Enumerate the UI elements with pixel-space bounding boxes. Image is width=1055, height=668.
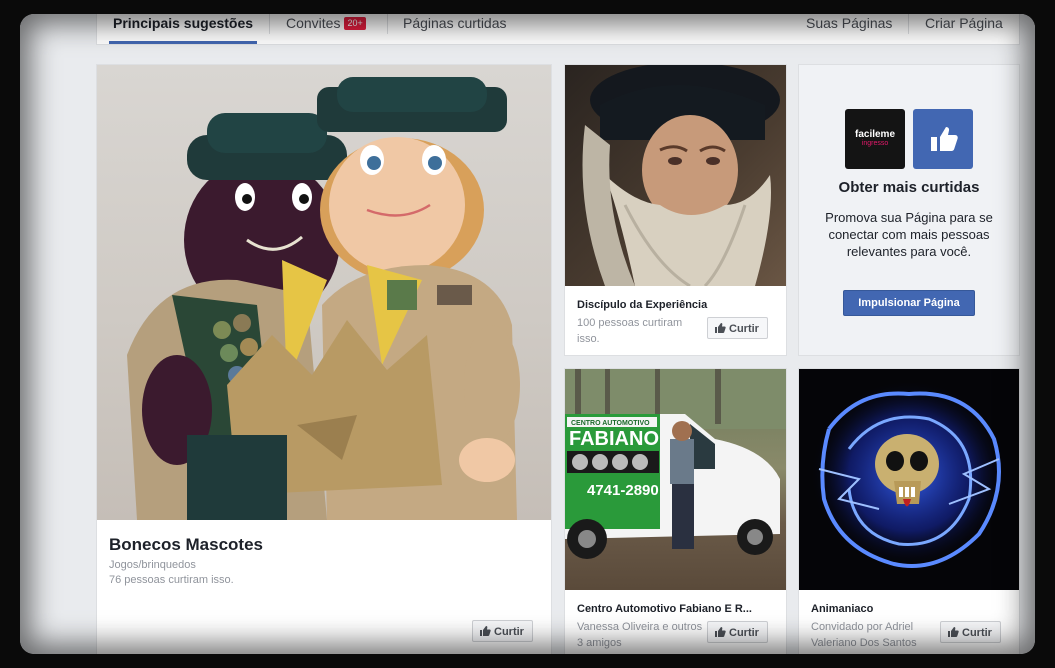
thumbs-up-icon [715, 323, 726, 333]
like-button[interactable]: Curtir [707, 621, 768, 643]
like-button[interactable]: Curtir [707, 317, 768, 339]
page-card-centro-automotivo: CENTRO AUTOMOTIVO FABIANO 4741-2890 Cent… [564, 368, 787, 654]
page-cover-image[interactable] [799, 369, 1019, 590]
tab-label: Páginas curtidas [403, 15, 507, 31]
thumbs-up-icon [715, 627, 726, 637]
tab-label: Convites [286, 15, 341, 31]
page-category: Jogos/brinquedos [109, 559, 196, 571]
invited-by: Convidado por Adriel Valeriano Dos Santo… [811, 621, 917, 649]
tab-divider [908, 14, 909, 34]
page-like-count: 76 pessoas curtiram isso. [109, 574, 234, 586]
page-name[interactable]: Centro Automotivo Fabiano E R... [577, 603, 777, 615]
like-label: Curtir [494, 626, 524, 638]
page-name[interactable]: Discípulo da Experiência [577, 299, 777, 311]
mascot-dolls-photo [127, 77, 520, 520]
logo-subtext: ingresso [861, 140, 889, 147]
skull-lightning-art [809, 379, 1009, 569]
tab-divider [269, 14, 270, 34]
tab-invites[interactable]: Convites 20+ [286, 14, 366, 44]
page-like-count: 100 pessoas curtiram isso. [577, 317, 683, 345]
page-name[interactable]: Animaniaco [811, 603, 1011, 615]
thumbs-up-icon [931, 127, 958, 151]
your-pages-link[interactable]: Suas Páginas [806, 14, 892, 44]
tab-top-suggestions[interactable]: Principais sugestões [108, 14, 258, 44]
thumbs-up-icon [948, 627, 959, 637]
promo-text: Promova sua Página para se conectar com … [825, 210, 993, 259]
like-label: Curtir [962, 627, 992, 639]
link-label: Criar Página [925, 15, 1003, 31]
page-card-discipulo: Discípulo da Experiência 100 pessoas cur… [564, 64, 787, 356]
page-cover-image[interactable]: CENTRO AUTOMOTIVO FABIANO 4741-2890 [565, 369, 786, 590]
page-card-bonecos-mascotes: Bonecos Mascotes Jogos/brinquedos 76 pes… [96, 64, 552, 654]
like-button[interactable]: Curtir [472, 620, 533, 642]
van-lettering-sub: CENTRO AUTOMOTIVO [571, 420, 650, 427]
pages-tab-bar: Principais sugestões Convites 20+ Páginas… [96, 14, 1020, 45]
promo-title: Obter mais curtidas [838, 179, 980, 196]
logo-text: facileme [854, 129, 896, 140]
thumbs-up-icon [480, 626, 491, 636]
facebook-pages-screen: Principais sugestões Convites 20+ Páginas… [20, 14, 1035, 654]
create-page-link[interactable]: Criar Página [925, 14, 1003, 44]
van-phone-number: 4741-2890 [587, 482, 659, 499]
like-button[interactable]: Curtir [940, 621, 1001, 643]
branded-van-photo: CENTRO AUTOMOTIVO FABIANO 4741-2890 [565, 369, 786, 559]
bearded-man-portrait [582, 65, 780, 286]
thumbs-up-badge [913, 109, 973, 169]
invites-count-badge: 20+ [344, 17, 366, 30]
page-cover-image[interactable] [565, 65, 786, 286]
van-lettering: FABIANO [569, 428, 659, 450]
like-label: Curtir [729, 323, 759, 335]
tab-divider [387, 14, 388, 34]
like-label: Curtir [729, 627, 759, 639]
boost-page-button[interactable]: Impulsionar Página [843, 290, 975, 316]
link-label: Suas Páginas [806, 15, 893, 31]
promote-page-panel: facileme ingresso Obter mais curtidas Pr… [798, 64, 1020, 356]
friends-who-like: Vanessa Oliveira e outros 3 amigos [577, 621, 703, 649]
page-logo: facileme ingresso [845, 109, 905, 169]
tab-label: Principais sugestões [113, 15, 254, 31]
page-card-animaniaco: Animaniaco Convidado por Adriel Valerian… [798, 368, 1020, 654]
page-name[interactable]: Bonecos Mascotes [109, 535, 263, 555]
tab-liked-pages[interactable]: Páginas curtidas [403, 14, 507, 44]
page-cover-image[interactable] [97, 65, 551, 520]
